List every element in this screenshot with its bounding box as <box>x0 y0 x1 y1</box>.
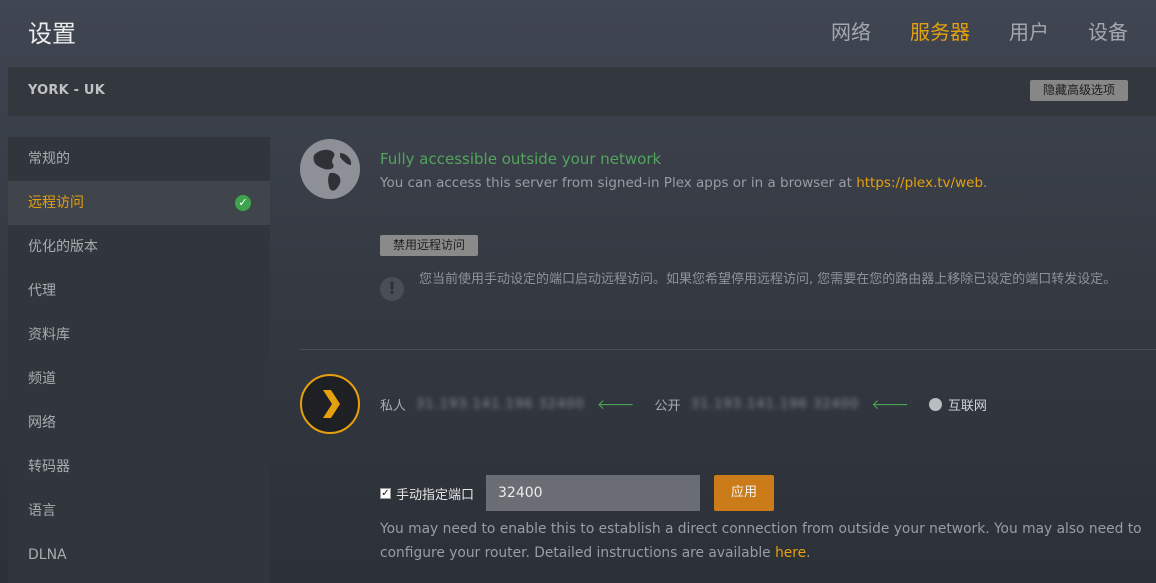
apply-button[interactable]: 应用 <box>714 475 775 511</box>
tab-network[interactable]: 网络 <box>831 16 871 45</box>
sidebar-item-label: 频道 <box>28 371 56 387</box>
manual-port-checkbox[interactable]: ✓ <box>380 487 391 499</box>
sidebar-item-label: 网络 <box>28 415 56 431</box>
sidebar-item-label: 转码器 <box>28 459 70 475</box>
sidebar-item-dlna[interactable]: DLNA <box>8 533 270 577</box>
hide-advanced-button[interactable]: 隐藏高级选项 <box>1029 80 1128 101</box>
divider <box>300 349 1156 350</box>
sidebar-item-agents[interactable]: 代理 <box>8 269 270 313</box>
sidebar-item-language[interactable]: 语言 <box>8 489 270 533</box>
disable-remote-access-button[interactable]: 禁用远程访问 <box>380 235 479 256</box>
globe-icon <box>300 139 360 199</box>
arrow-left-icon: 🡐 <box>596 397 635 413</box>
public-label: 公开 <box>654 399 681 414</box>
top-nav: 网络 服务器 用户 设备 <box>831 16 1128 45</box>
top-header: 设置 网络 服务器 用户 设备 <box>0 0 1156 66</box>
sidebar-item-label: DLNA <box>28 547 67 563</box>
status-desc-text: You can access this server from signed-i… <box>380 175 857 191</box>
settings-sidebar: 常规的 远程访问 ✓ 优化的版本 代理 资料库 频道 网络 转码器 语言 DLN… <box>8 137 270 583</box>
manual-port-row: ✓ 手动指定端口 应用 <box>380 475 775 511</box>
sidebar-item-label: 远程访问 <box>28 195 84 211</box>
server-bar: YORK - UK 隐藏高级选项 <box>8 67 1156 116</box>
help-link[interactable]: here <box>775 545 806 561</box>
sidebar-item-label: 代理 <box>28 283 56 299</box>
sidebar-item-label: 语言 <box>28 503 56 519</box>
page-title: 设置 <box>28 20 76 48</box>
public-address: 31.193.141.196 32400 <box>690 397 860 412</box>
sidebar-item-transcoder[interactable]: 转码器 <box>8 445 270 489</box>
remote-access-panel: Fully accessible outside your network Yo… <box>300 137 1156 583</box>
check-circle-icon: ✓ <box>235 195 251 211</box>
exclamation-icon: ! <box>380 277 404 301</box>
plex-logo-icon <box>300 374 360 434</box>
private-address: 31.193.141.196 32400 <box>416 397 585 412</box>
sidebar-item-remote-access[interactable]: 远程访问 ✓ <box>8 181 270 225</box>
sidebar-item-network[interactable]: 网络 <box>8 401 270 445</box>
internet-globe-icon <box>928 398 942 411</box>
internet-label: 互联网 <box>947 399 987 414</box>
arrow-left-icon: 🡐 <box>871 397 909 413</box>
info-text: 您当前使用手动设定的端口启动远程访问。如果您希望停用远程访问, 您需要在您的路由… <box>419 272 1117 287</box>
help-end: . <box>806 545 811 561</box>
port-help-text: You may need to enable this to establish… <box>380 517 1150 565</box>
plex-web-link[interactable]: https://plex.tv/web <box>856 175 983 191</box>
tab-server[interactable]: 服务器 <box>910 16 970 45</box>
tab-users[interactable]: 用户 <box>1009 16 1049 45</box>
tab-devices[interactable]: 设备 <box>1088 16 1128 45</box>
sidebar-item-label: 优化的版本 <box>28 239 98 255</box>
private-label: 私人 <box>380 399 407 414</box>
server-name: YORK - UK <box>28 83 105 98</box>
help-text: You may need to enable this to establish… <box>380 521 1142 561</box>
status-desc-end: . <box>983 175 988 191</box>
status-title: Fully accessible outside your network <box>380 150 662 168</box>
sidebar-item-label: 常规的 <box>28 151 70 167</box>
manual-port-label[interactable]: 手动指定端口 <box>396 484 474 503</box>
sidebar-item-library[interactable]: 资料库 <box>8 313 270 357</box>
sidebar-item-general[interactable]: 常规的 <box>8 137 270 181</box>
connection-info: 私人 31.193.141.196 32400 🡐 公开 31.193.141.… <box>380 395 987 414</box>
sidebar-item-channels[interactable]: 频道 <box>8 357 270 401</box>
sidebar-item-optimized-versions[interactable]: 优化的版本 <box>8 225 270 269</box>
port-input[interactable] <box>486 475 701 511</box>
sidebar-item-label: 资料库 <box>28 327 70 343</box>
status-description: You can access this server from signed-i… <box>380 175 987 191</box>
